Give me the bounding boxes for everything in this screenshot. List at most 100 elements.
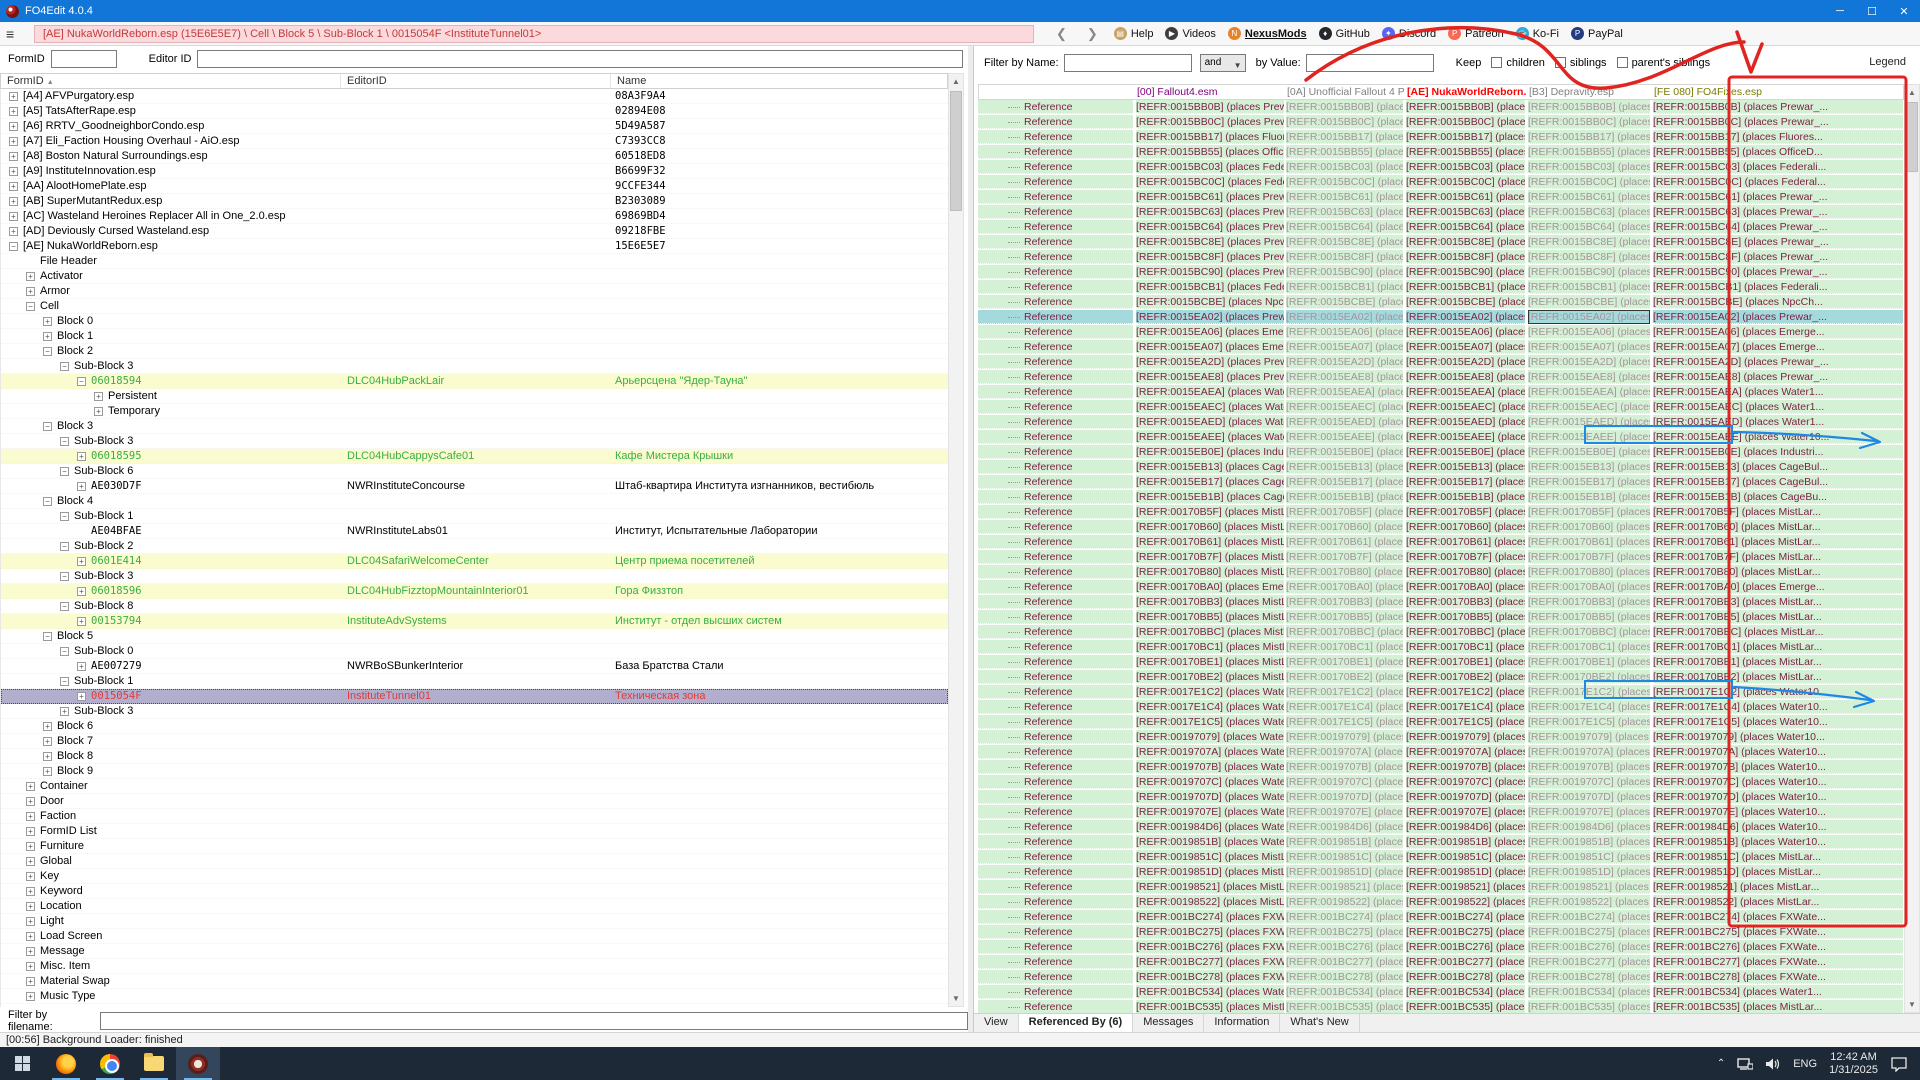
checkbox-siblings[interactable] bbox=[1555, 57, 1566, 68]
ref-cell[interactable]: [REFR:001BC274] (places FXWate... bbox=[1286, 910, 1403, 924]
ref-cell[interactable]: [REFR:00170BE1] (places MistLar... bbox=[1136, 655, 1284, 669]
maximize-button[interactable]: ☐ bbox=[1856, 0, 1888, 22]
expand-icon[interactable]: + bbox=[9, 152, 18, 161]
collapse-icon[interactable]: − bbox=[43, 422, 52, 431]
refs-table-row[interactable]: Reference[REFR:0015BC64] (places Prewar_… bbox=[978, 220, 1904, 235]
ref-cell[interactable]: [REFR:0015BB55] (places OfficeD... bbox=[1406, 145, 1525, 159]
tree-row[interactable]: +Armor bbox=[1, 284, 948, 299]
ref-cell[interactable]: [REFR:0019851B] (places Water10... bbox=[1286, 835, 1403, 849]
expand-icon[interactable]: + bbox=[60, 707, 69, 716]
tree-row[interactable]: +0015054FInstituteTunnel01Техническая зо… bbox=[1, 689, 948, 704]
ref-cell[interactable]: [REFR:0015BC03] (places Federali... bbox=[1528, 160, 1650, 174]
tree-row[interactable]: −Sub-Block 3 bbox=[1, 569, 948, 584]
tree-row[interactable]: −Block 2 bbox=[1, 344, 948, 359]
ref-cell[interactable]: [REFR:0015EB0E] (places Industri... bbox=[1653, 445, 1903, 459]
ref-cell[interactable]: [REFR:0015BC61] (places Prewar_... bbox=[1528, 190, 1650, 204]
tree-row[interactable]: −Block 4 bbox=[1, 494, 948, 509]
ref-cell[interactable]: [REFR:001BC277] (places FXWate... bbox=[1406, 955, 1525, 969]
tree-vertical-scrollbar[interactable]: ▲ ▼ bbox=[948, 73, 964, 1007]
ref-cell[interactable]: [REFR:0015EA02] (places Prewar_... bbox=[1286, 310, 1403, 324]
ref-cell[interactable]: [REFR:001984D6] (places Water10... bbox=[1653, 820, 1903, 834]
ref-cell[interactable]: [REFR:001BC274] (places FXWate... bbox=[1653, 910, 1903, 924]
ref-cell[interactable]: [REFR:0015BC8F] (places Prewar_... bbox=[1286, 250, 1403, 264]
collapse-icon[interactable]: − bbox=[9, 242, 18, 251]
link-patreon[interactable]: PPatreon bbox=[1448, 27, 1504, 40]
refs-table-row[interactable]: Reference[REFR:0015BC8E] (places Prewar_… bbox=[978, 235, 1904, 250]
ref-cell[interactable]: [REFR:00198522] (places MistLar... bbox=[1136, 895, 1284, 909]
column-header-formid[interactable]: FormID ▲ bbox=[1, 74, 341, 88]
taskbar-chrome[interactable] bbox=[88, 1047, 132, 1080]
ref-cell[interactable]: [REFR:0019707E] (places Water10... bbox=[1286, 805, 1403, 819]
ref-cell[interactable]: [REFR:001984D6] (places Water10... bbox=[1136, 820, 1284, 834]
ref-cell[interactable]: [REFR:00197079] (places Water10... bbox=[1136, 730, 1284, 744]
ref-cell[interactable]: [REFR:0015EAED] (places Water1... bbox=[1136, 415, 1284, 429]
ref-cell[interactable]: [REFR:00170BB3] (places MistLar... bbox=[1528, 595, 1650, 609]
refs-table-row[interactable]: Reference[REFR:0015EB1B] (places CageBu.… bbox=[978, 490, 1904, 505]
action-center-icon[interactable] bbox=[1890, 1056, 1908, 1072]
back-icon[interactable]: ❮ bbox=[1052, 26, 1071, 42]
link-help[interactable]: ▤Help bbox=[1114, 27, 1154, 40]
ref-cell[interactable]: [REFR:00170BE2] (places MistLar... bbox=[1286, 670, 1403, 684]
tree-row[interactable]: +Message bbox=[1, 944, 948, 959]
ref-cell[interactable]: [REFR:00170BC1] (places MistLar... bbox=[1528, 640, 1650, 654]
refs-table-row[interactable]: Reference[REFR:001984D6] (places Water10… bbox=[978, 820, 1904, 835]
ref-cell[interactable]: [REFR:001BC274] (places FXWate... bbox=[1406, 910, 1525, 924]
ref-cell[interactable]: [REFR:0015EAED] (places Water1... bbox=[1653, 415, 1903, 429]
refs-table-row[interactable]: Reference[REFR:00170BC1] (places MistLar… bbox=[978, 640, 1904, 655]
ref-cell[interactable]: [REFR:0015BCBE] (places NpcCh... bbox=[1653, 295, 1903, 309]
ref-cell[interactable]: [REFR:0015EA06] (places Emerge... bbox=[1653, 325, 1903, 339]
collapse-icon[interactable]: − bbox=[60, 572, 69, 581]
link-discord[interactable]: ✦Discord bbox=[1382, 27, 1436, 40]
refs-table-row[interactable]: Reference[REFR:00170BBC] (places MistLar… bbox=[978, 625, 1904, 640]
ref-cell[interactable]: [REFR:00198521] (places MistLar... bbox=[1406, 880, 1525, 894]
ref-cell[interactable]: [REFR:0019707D] (places Water10... bbox=[1286, 790, 1403, 804]
ref-cell[interactable]: [REFR:0019851C] (places MistLar... bbox=[1286, 850, 1403, 864]
ref-cell[interactable]: [REFR:00198521] (places MistLar... bbox=[1286, 880, 1403, 894]
ref-cell[interactable]: [REFR:001BC277] (places FXWate... bbox=[1136, 955, 1284, 969]
ref-cell[interactable]: [REFR:0015BC8E] (places Prewar_... bbox=[1528, 235, 1650, 249]
refs-table-row[interactable]: Reference[REFR:0015EB0E] (places Industr… bbox=[978, 445, 1904, 460]
ref-cell[interactable]: [REFR:0015EB1B] (places CageBu... bbox=[1136, 490, 1284, 504]
ref-cell[interactable]: [REFR:0015EA2D] (places Prewar_... bbox=[1528, 355, 1650, 369]
ref-cell[interactable]: [REFR:001BC275] (places FXWate... bbox=[1136, 925, 1284, 939]
refs-table-row[interactable]: Reference[REFR:00170B61] (places MistLar… bbox=[978, 535, 1904, 550]
tree-row[interactable]: +06018595DLC04HubCappysCafe01Кафе Мистер… bbox=[1, 449, 948, 464]
ref-cell[interactable]: [REFR:00170B7F] (places MistLar... bbox=[1406, 550, 1525, 564]
tree-row[interactable]: +FormID List bbox=[1, 824, 948, 839]
refs-table-row[interactable]: Reference[REFR:0015BCBE] (places NpcCh..… bbox=[978, 295, 1904, 310]
ref-cell[interactable]: [REFR:0019707D] (places Water10... bbox=[1528, 790, 1650, 804]
ref-cell[interactable]: [REFR:0015BC8F] (places Prewar_... bbox=[1406, 250, 1525, 264]
tree-row[interactable]: +Misc. Item bbox=[1, 959, 948, 974]
ref-cell[interactable]: [REFR:0019851D] (places MistLar... bbox=[1136, 865, 1284, 879]
ref-cell[interactable]: [REFR:0019707D] (places Water10... bbox=[1136, 790, 1284, 804]
ref-cell[interactable]: [REFR:00198522] (places MistLar... bbox=[1528, 895, 1650, 909]
ref-cell[interactable]: [REFR:0019851D] (places MistLar... bbox=[1528, 865, 1650, 879]
minimize-button[interactable]: ─ bbox=[1824, 0, 1856, 22]
tree-row[interactable]: −Block 5 bbox=[1, 629, 948, 644]
ref-cell[interactable]: [REFR:0015BC90] (places Prewar_... bbox=[1653, 265, 1903, 279]
ref-cell[interactable]: [REFR:0015EAE8] (places Prewar_... bbox=[1286, 370, 1403, 384]
refs-table-row[interactable]: Reference[REFR:0019707B] (places Water10… bbox=[978, 760, 1904, 775]
refs-table-row[interactable]: Reference[REFR:00170BA0] (places Emerge.… bbox=[978, 580, 1904, 595]
ref-cell[interactable]: [REFR:0015EA07] (places Emerge... bbox=[1528, 340, 1650, 354]
ref-cell[interactable]: [REFR:0019851B] (places Water10... bbox=[1653, 835, 1903, 849]
ref-cell[interactable]: [REFR:0015EA02] (places Prewar_... bbox=[1406, 310, 1525, 324]
tab-messages[interactable]: Messages bbox=[1133, 1014, 1204, 1032]
ref-cell[interactable]: [REFR:0015EA06] (places Emerge... bbox=[1406, 325, 1525, 339]
ref-cell[interactable]: [REFR:001BC535] (places MistLar... bbox=[1406, 1000, 1525, 1013]
ref-cell[interactable]: [REFR:0019707D] (places Water10... bbox=[1653, 790, 1903, 804]
tree-row[interactable]: +Key bbox=[1, 869, 948, 884]
ref-cell[interactable]: [REFR:0015EAE8] (places Prewar_... bbox=[1653, 370, 1903, 384]
tab-view[interactable]: View bbox=[974, 1014, 1019, 1032]
expand-icon[interactable]: + bbox=[26, 947, 35, 956]
tab-what-s-new[interactable]: What's New bbox=[1280, 1014, 1359, 1032]
ref-cell[interactable]: [REFR:00197079] (places Water10... bbox=[1528, 730, 1650, 744]
ref-cell[interactable]: [REFR:0015EAED] (places Water1... bbox=[1528, 415, 1650, 429]
ref-cell[interactable]: [REFR:0017E1C5] (places Water10... bbox=[1406, 715, 1525, 729]
refs-table-row[interactable]: Reference[REFR:00170BB5] (places MistLar… bbox=[978, 610, 1904, 625]
scroll-down-icon[interactable]: ▼ bbox=[949, 991, 963, 1006]
close-button[interactable]: ✕ bbox=[1888, 0, 1920, 22]
ref-cell[interactable]: [REFR:0017E1C2] (places Water10... bbox=[1528, 685, 1650, 699]
expand-icon[interactable]: + bbox=[26, 917, 35, 926]
ref-cell[interactable]: [REFR:0015BB0C] (places Prewar_... bbox=[1653, 115, 1903, 129]
